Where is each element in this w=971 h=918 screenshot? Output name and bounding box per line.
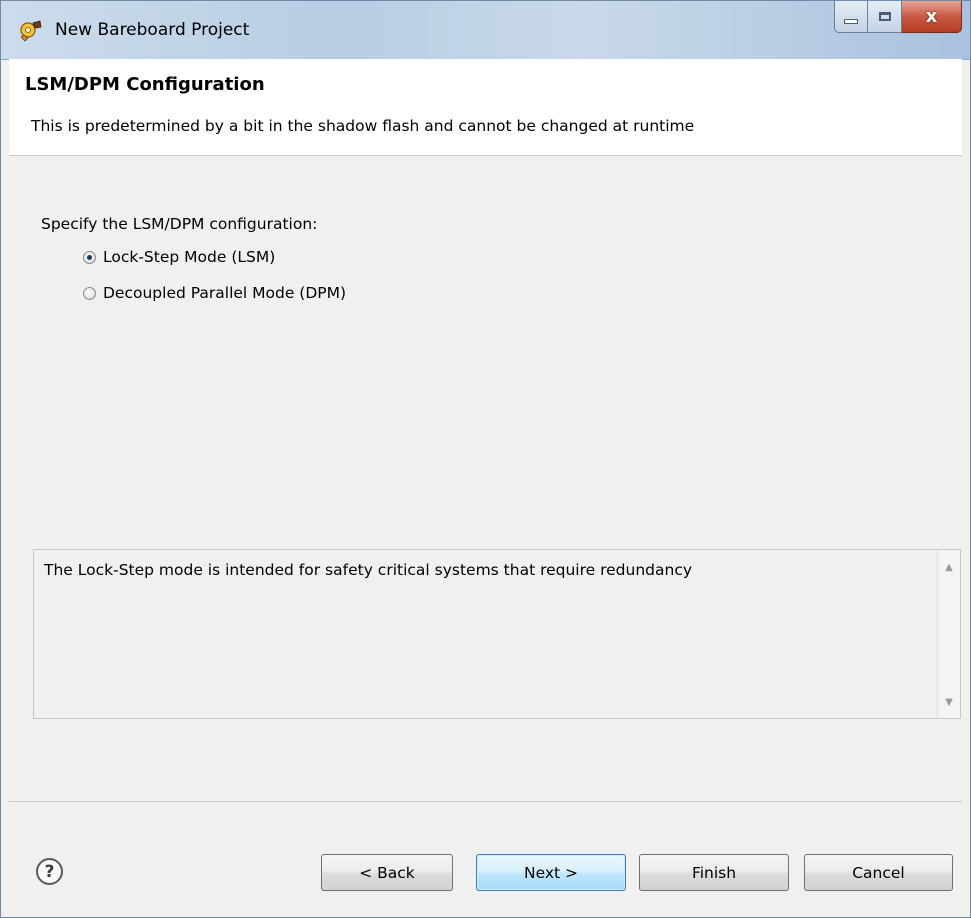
scroll-down-arrow-icon[interactable]: ▼ bbox=[938, 697, 960, 708]
description-textarea[interactable]: The Lock-Step mode is intended for safet… bbox=[33, 549, 961, 719]
close-button[interactable]: x bbox=[902, 1, 962, 33]
maximize-button[interactable] bbox=[868, 1, 902, 33]
eclipse-gear-icon bbox=[20, 20, 42, 42]
window-controls: x bbox=[834, 1, 962, 35]
radio-option-lsm[interactable]: Lock-Step Mode (LSM) bbox=[83, 248, 275, 266]
help-icon[interactable]: ? bbox=[36, 858, 63, 885]
radio-button-unchecked[interactable] bbox=[83, 286, 96, 300]
wizard-header: LSM/DPM Configuration This is predetermi… bbox=[9, 59, 962, 156]
window-title: New Bareboard Project bbox=[55, 20, 250, 40]
close-icon: x bbox=[925, 6, 938, 27]
radio-label-dpm[interactable]: Decoupled Parallel Mode (DPM) bbox=[103, 284, 346, 302]
wizard-footer: ? < Back Next > Finish Cancel bbox=[9, 801, 962, 912]
minimize-button[interactable] bbox=[834, 1, 868, 33]
wizard-content: Specify the LSM/DPM configuration: Lock-… bbox=[9, 156, 962, 800]
back-button[interactable]: < Back bbox=[321, 854, 453, 891]
title-bar[interactable]: New Bareboard Project x bbox=[1, 1, 970, 60]
dialog-window: New Bareboard Project x LSM/DPM Configur… bbox=[0, 0, 971, 918]
radio-option-dpm[interactable]: Decoupled Parallel Mode (DPM) bbox=[83, 284, 346, 302]
page-title: LSM/DPM Configuration bbox=[25, 74, 265, 95]
maximize-icon bbox=[878, 12, 891, 21]
page-description: This is predetermined by a bit in the sh… bbox=[31, 117, 695, 135]
radio-button-checked[interactable] bbox=[83, 250, 96, 264]
scroll-up-arrow-icon[interactable]: ▲ bbox=[938, 562, 960, 573]
vertical-scrollbar[interactable]: ▲ ▼ bbox=[937, 550, 960, 718]
next-button[interactable]: Next > bbox=[476, 854, 626, 891]
description-text: The Lock-Step mode is intended for safet… bbox=[44, 561, 693, 579]
radio-label-lsm[interactable]: Lock-Step Mode (LSM) bbox=[103, 248, 275, 266]
minimize-icon bbox=[844, 19, 858, 24]
finish-button[interactable]: Finish bbox=[639, 854, 789, 891]
cancel-button[interactable]: Cancel bbox=[804, 854, 953, 891]
configuration-question: Specify the LSM/DPM configuration: bbox=[41, 215, 318, 233]
